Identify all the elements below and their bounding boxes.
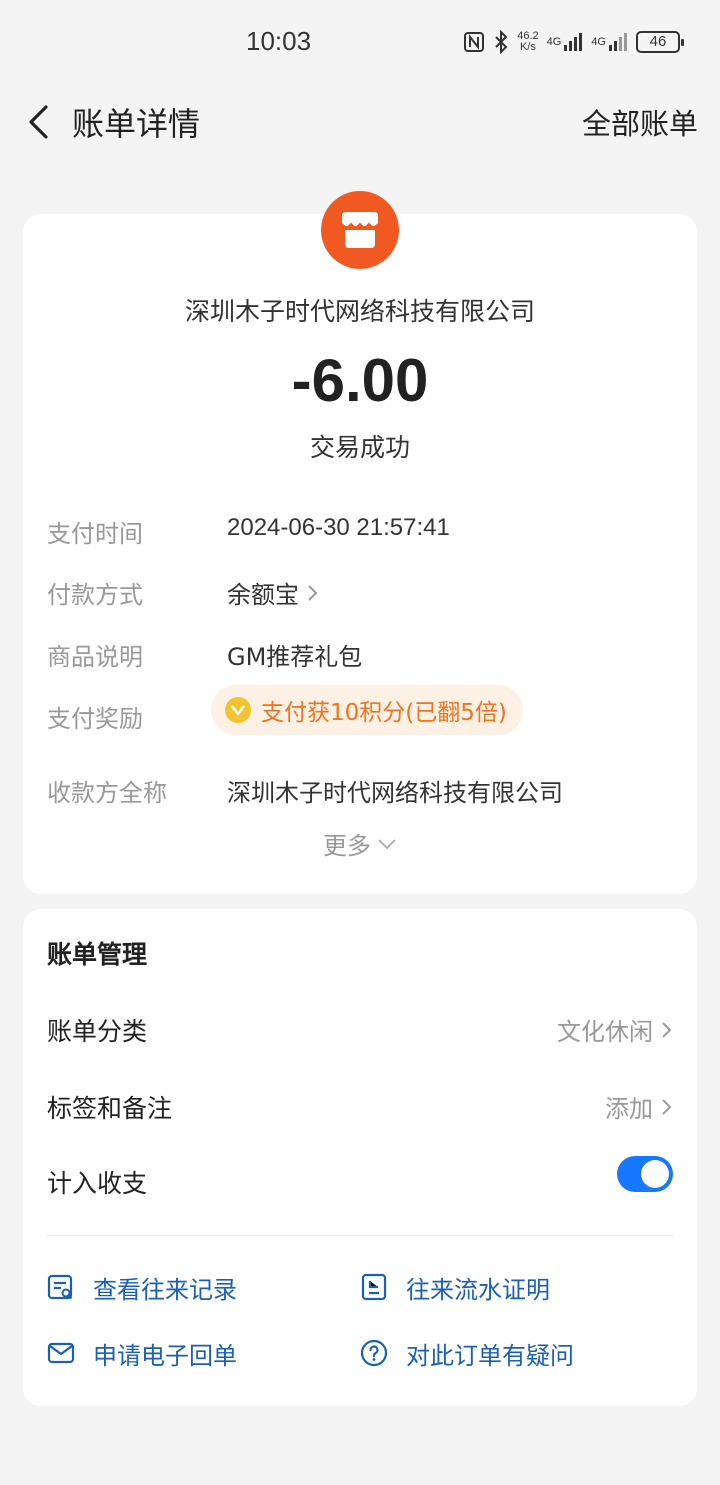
merchant-logo <box>321 191 399 269</box>
tags-label: 标签和备注 <box>47 1094 173 1123</box>
tags-value: 添加 <box>605 1095 653 1123</box>
bluetooth-icon <box>493 30 509 54</box>
status-icons: 46.2 K/s 4G 4G 46 <box>463 28 684 56</box>
tags-row[interactable]: 标签和备注 添加 <box>47 1089 673 1129</box>
include-label: 计入收支 <box>47 1169 148 1198</box>
certificate-icon <box>360 1273 388 1301</box>
trade-status: 交易成功 <box>309 433 410 462</box>
product-value: GM推荐礼包 <box>227 643 363 671</box>
include-toggle[interactable] <box>617 1156 673 1192</box>
detail-row-product: 商品说明 GM推荐礼包 <box>47 637 673 677</box>
more-label: 更多 <box>323 832 371 860</box>
nfc-icon <box>463 31 485 53</box>
include-row: 计入收支 <box>47 1156 673 1204</box>
shop-icon <box>341 212 379 248</box>
detail-row-payee: 收款方全称 深圳木子时代网络科技有限公司 <box>47 773 673 813</box>
reward-label: 支付奖励 <box>47 705 143 733</box>
pay-method-label: 付款方式 <box>47 581 143 609</box>
management-title: 账单管理 <box>47 940 148 969</box>
divider <box>47 1235 673 1236</box>
detail-row-pay-time: 支付时间 2024-06-30 21:57:41 <box>47 514 673 554</box>
signal-icon-2: 4G <box>591 32 628 52</box>
history-link[interactable]: 查看往来记录 <box>47 1267 237 1307</box>
transaction-card: 深圳木子时代网络科技有限公司 -6.00 交易成功 支付时间 2024-06-3… <box>23 191 697 894</box>
pay-method-value-group[interactable]: 余额宝 <box>227 575 319 610</box>
payee-label: 收款方全称 <box>47 779 167 807</box>
all-bills-link[interactable]: 全部账单 <box>582 101 698 143</box>
more-button[interactable]: 更多 <box>23 826 697 861</box>
mail-icon <box>47 1339 75 1367</box>
net-speed-unit: K/s <box>519 41 536 53</box>
statement-label: 往来流水证明 <box>406 1275 550 1304</box>
page-title: 账单详情 <box>72 105 201 143</box>
history-label: 查看往来记录 <box>93 1275 237 1304</box>
question-label: 对此订单有疑问 <box>406 1341 574 1370</box>
receipt-label: 申请电子回单 <box>93 1341 237 1370</box>
toggle-knob <box>641 1160 669 1188</box>
nav-bar: 账单详情 全部账单 <box>0 84 720 158</box>
category-value: 文化休闲 <box>557 1018 653 1046</box>
pay-method-value: 余额宝 <box>227 581 299 609</box>
merchant-name: 深圳木子时代网络科技有限公司 <box>184 297 535 326</box>
category-row[interactable]: 账单分类 文化休闲 <box>47 1012 673 1052</box>
statement-link[interactable]: 往来流水证明 <box>360 1267 550 1307</box>
battery-icon: 46 <box>636 31 684 53</box>
tags-value-group: 添加 <box>605 1089 673 1124</box>
status-bar: 10:03 46.2 K/s 4G 4G 46 <box>0 0 720 84</box>
payee-value: 深圳木子时代网络科技有限公司 <box>227 779 563 807</box>
category-value-group: 文化休闲 <box>557 1012 673 1047</box>
product-label: 商品说明 <box>47 643 143 671</box>
detail-row-reward: 支付奖励 支付获10积分(已翻5倍) <box>47 685 673 739</box>
signal-icon-1: 4G <box>547 32 584 52</box>
pay-time-value: 2024-06-30 21:57:41 <box>227 514 450 541</box>
status-time: 10:03 <box>246 26 312 56</box>
category-label: 账单分类 <box>47 1017 148 1046</box>
reward-value: 支付获10积分(已翻5倍) <box>261 700 507 726</box>
amount: -6.00 <box>291 347 429 414</box>
network-speed: 46.2 K/s <box>517 31 538 53</box>
question-link[interactable]: 对此订单有疑问 <box>360 1333 574 1373</box>
chevron-down-icon <box>378 838 396 849</box>
back-button[interactable] <box>18 100 58 144</box>
record-icon <box>47 1273 75 1301</box>
reward-badge[interactable]: 支付获10积分(已翻5倍) <box>211 685 523 735</box>
chevron-left-icon <box>29 105 48 139</box>
pay-time-label: 支付时间 <box>47 520 143 548</box>
management-card: 账单管理 账单分类 文化休闲 标签和备注 添加 计入收支 查看往来记录 往来流水… <box>23 909 697 1406</box>
receipt-link[interactable]: 申请电子回单 <box>47 1333 237 1373</box>
chevron-right-icon <box>662 1021 672 1038</box>
signal2-label: 4G <box>591 35 606 48</box>
coin-icon <box>225 697 251 723</box>
signal1-label: 4G <box>546 35 562 48</box>
chevron-right-icon <box>662 1098 672 1115</box>
chevron-right-icon <box>308 584 318 601</box>
question-icon <box>360 1339 388 1367</box>
detail-row-pay-method[interactable]: 付款方式 余额宝 <box>47 575 673 615</box>
